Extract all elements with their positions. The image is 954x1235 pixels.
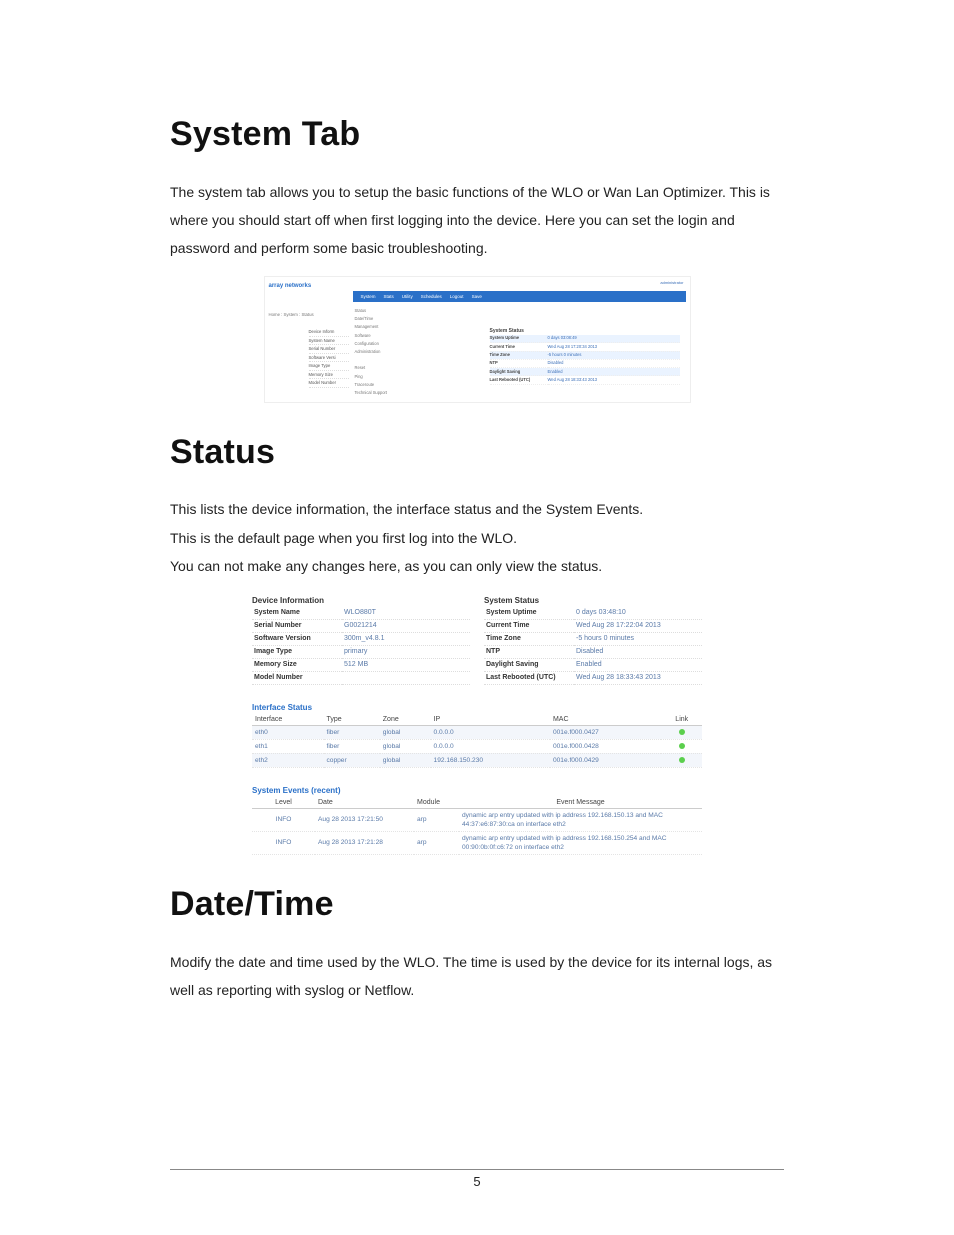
device-information-title: Device Information [252, 594, 470, 607]
interface-status-title: Interface Status [252, 703, 702, 712]
submenu-item: Administration [355, 348, 399, 356]
system-status-block: System Status System Uptime0 days 03:48:… [484, 594, 702, 685]
topnav-item: Stats [384, 291, 394, 302]
link-up-icon [679, 729, 685, 735]
paragraph-status-3: You can not make any changes here, as yo… [170, 553, 784, 580]
kv-row: Last Rebooted (UTC)Wed Aug 28 18:33:43 2… [484, 671, 702, 684]
iface-col-header: MAC [550, 714, 662, 726]
kv-row: Time Zone-5 hours 0 minutes [484, 632, 702, 645]
iface-row: eth1fiberglobal0.0.0.0001e.f000.0428 [252, 739, 702, 753]
system-events-title: System Events (recent) [252, 786, 702, 795]
submenu-item: Software [355, 332, 399, 340]
topnav-item: System [361, 291, 376, 302]
paragraph-date-time: Modify the date and time used by the WLO… [170, 948, 784, 1004]
event-row: INFOAug 28 2013 17:21:50arpdynamic arp e… [252, 808, 702, 831]
kv-row: Current TimeWed Aug 28 17:22:04 2013 [484, 619, 702, 632]
submenu-item: Traceroute [355, 381, 399, 389]
top-nav-bar: System Stats Utility Schedules Logout Save [353, 291, 686, 302]
iface-row: eth0fiberglobal0.0.0.0001e.f000.0427 [252, 725, 702, 739]
link-up-icon [679, 743, 685, 749]
paragraph-system-tab: The system tab allows you to setup the b… [170, 178, 784, 262]
device-info-label: System Name [309, 337, 349, 346]
kv-row: Serial NumberG0021214 [252, 619, 470, 632]
topnav-item: Utility [402, 291, 413, 302]
device-info-label: Model Number [309, 379, 349, 388]
screenshot-status: Device Information System NameWLO880TSer… [252, 594, 702, 855]
iface-col-header: Interface [252, 714, 324, 726]
kv-row: Memory Size512 MB [252, 658, 470, 671]
breadcrumb: Home : System : Status [269, 312, 314, 317]
heading-status: Status [170, 433, 784, 472]
event-col-header: Level [252, 797, 315, 809]
page-number: 5 [473, 1174, 480, 1189]
brand-logo: array networks [269, 283, 312, 289]
status-row: Daylight SavingEnabled [490, 368, 680, 376]
heading-date-time: Date/Time [170, 885, 784, 924]
status-row: Last Rebooted (UTC)Wed Aug 28 18:33:43 2… [490, 376, 680, 384]
kv-row: Image Typeprimary [252, 645, 470, 658]
device-info-label: Software Versi [309, 354, 349, 363]
system-status-title: System Status [484, 594, 702, 607]
paragraph-status-1: This lists the device information, the i… [170, 496, 784, 523]
status-row: NTPDisabled [490, 359, 680, 367]
submenu-item: Reset [355, 364, 399, 372]
submenu-item: Status [355, 307, 399, 315]
submenu-item: Management [355, 323, 399, 331]
admin-label: administrator [660, 280, 683, 285]
submenu-item: Configuration [355, 340, 399, 348]
page-footer: 5 [170, 1169, 784, 1189]
system-status-table: System Uptime0 days 03:08:49Current Time… [490, 335, 680, 385]
document-page: System Tab The system tab allows you to … [0, 0, 954, 1235]
kv-row: Model Number [252, 671, 470, 684]
kv-row: Software Version300m_v4.8.1 [252, 632, 470, 645]
kv-row: Daylight SavingEnabled [484, 658, 702, 671]
topnav-item: Schedules [421, 291, 442, 302]
topnav-item: Logout [450, 291, 464, 302]
paragraph-status-2: This is the default page when you first … [170, 525, 784, 552]
submenu-item [355, 356, 399, 364]
submenu-item: Technical Support [355, 389, 399, 397]
status-row: Current TimeWed Aug 28 17:20:34 2013 [490, 343, 680, 351]
iface-col-header: Zone [380, 714, 431, 726]
system-submenu: StatusDate/TimeManagementSoftwareConfigu… [355, 307, 399, 397]
submenu-item: Date/Time [355, 315, 399, 323]
iface-col-header: IP [431, 714, 550, 726]
screenshot-system-tab: array networks administrator System Stats… [264, 276, 691, 403]
device-info-label: Memory Size [309, 371, 349, 380]
device-information-table: System NameWLO880TSerial NumberG0021214S… [252, 607, 470, 685]
panel-title: System Status [490, 328, 680, 334]
system-status-table: System Uptime0 days 03:48:10Current Time… [484, 607, 702, 685]
device-info-labels: Device InformSystem NameSerial NumberSof… [309, 328, 349, 388]
topnav-item: Save [472, 291, 482, 302]
system-status-panel: System Status System Uptime0 days 03:08:… [490, 328, 680, 385]
iface-col-header: Link [661, 714, 702, 726]
kv-row: NTPDisabled [484, 645, 702, 658]
event-row: INFOAug 28 2013 17:21:28arpdynamic arp e… [252, 831, 702, 854]
submenu-item: Ping [355, 373, 399, 381]
device-info-label: Image Type [309, 362, 349, 371]
status-row: System Uptime0 days 03:08:49 [490, 335, 680, 343]
device-info-label: Serial Number [309, 345, 349, 354]
event-col-header: Date [315, 797, 414, 809]
device-info-label: Device Inform [309, 328, 349, 337]
device-information-block: Device Information System NameWLO880TSer… [252, 594, 470, 685]
heading-system-tab: System Tab [170, 115, 784, 154]
iface-row: eth2copperglobal192.168.150.230001e.f000… [252, 753, 702, 767]
status-row: Time Zone-5 hours 0 minutes [490, 351, 680, 359]
iface-col-header: Type [324, 714, 380, 726]
kv-row: System NameWLO880T [252, 607, 470, 620]
interface-status-table: InterfaceTypeZoneIPMACLinketh0fibergloba… [252, 714, 702, 768]
link-up-icon [679, 757, 685, 763]
system-events-table: LevelDateModuleEvent MessageINFOAug 28 2… [252, 797, 702, 855]
event-col-header: Event Message [459, 797, 702, 809]
kv-row: System Uptime0 days 03:48:10 [484, 607, 702, 620]
event-col-header: Module [414, 797, 459, 809]
